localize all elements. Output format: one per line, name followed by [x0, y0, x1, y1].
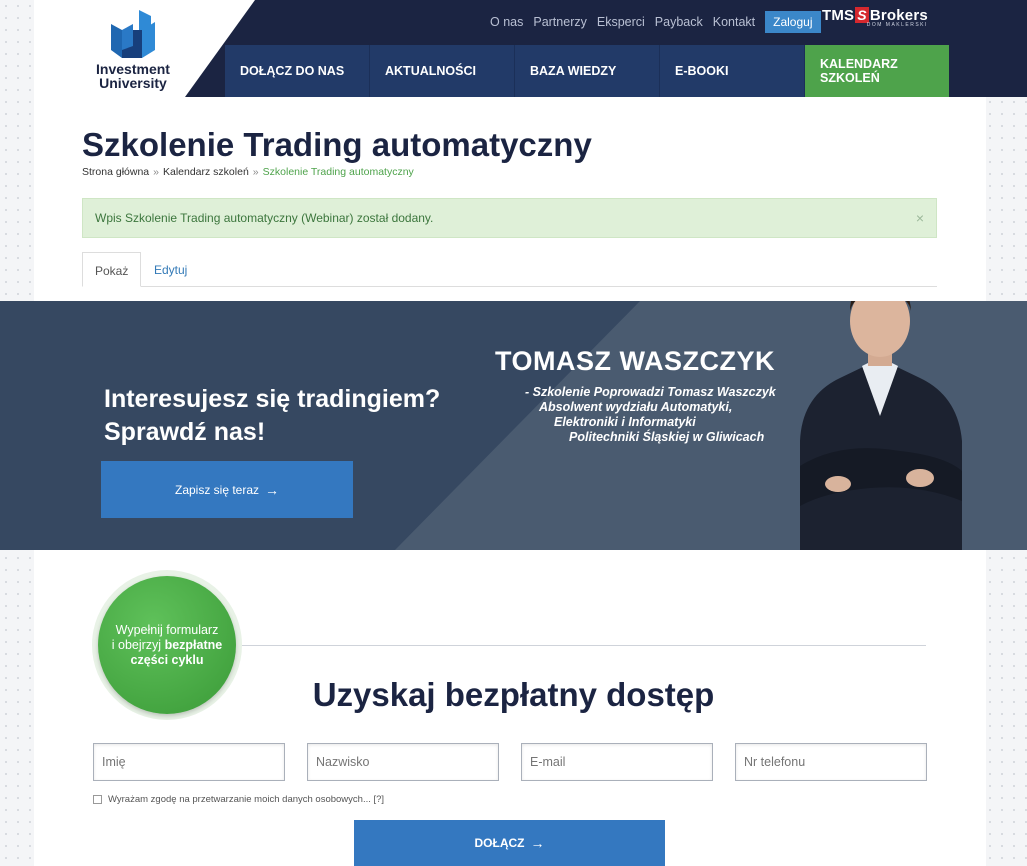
nav-join-us[interactable]: DOŁĄCZ DO NAS: [225, 45, 370, 97]
tab-edit[interactable]: Edytuj: [142, 252, 199, 287]
trainer-bio-line3: Elektroniki i Informatyki: [554, 415, 696, 429]
phone-field[interactable]: [735, 743, 927, 781]
topnav-experts[interactable]: Eksperci: [597, 15, 645, 29]
arrow-right-icon: →: [265, 481, 280, 498]
trainer-photo: [800, 301, 962, 550]
main-navigation: DOŁĄCZ DO NAS AKTUALNOŚCI BAZA WIEDZY E-…: [225, 45, 949, 97]
trainer-name: TOMASZ WASZCZYK: [495, 346, 775, 376]
alert-message: Wpis Szkolenie Trading automatyczny (Web…: [95, 211, 434, 225]
consent-checkbox[interactable]: [93, 795, 102, 804]
last-name-field[interactable]: [307, 743, 499, 781]
close-icon[interactable]: ×: [916, 210, 924, 226]
breadcrumb-calendar[interactable]: Kalendarz szkoleń: [163, 166, 249, 178]
join-button[interactable]: DOŁĄCZ →: [354, 820, 665, 866]
topnav-about[interactable]: O nas: [490, 15, 523, 29]
nav-news[interactable]: AKTUALNOŚCI: [370, 45, 515, 97]
trainer-bio-line2: Absolwent wydziału Automatyki,: [539, 400, 733, 414]
badge-line2b: bezpłatne: [164, 637, 223, 652]
badge-line1: Wypełnij formularz: [115, 622, 219, 637]
breadcrumb-home[interactable]: Strona główna: [82, 166, 149, 178]
page-title: Szkolenie Trading automatyczny: [82, 126, 592, 163]
badge-line2a: i obejrzyj: [111, 637, 165, 652]
breadcrumb-current: Szkolenie Trading automatyczny: [262, 166, 414, 178]
hero-question: Interesujesz się tradingiem? Sprawdź nas…: [104, 383, 440, 449]
signup-now-button[interactable]: Zapisz się teraz →: [101, 461, 353, 518]
signup-now-label: Zapisz się teraz: [174, 482, 260, 497]
brand-logo[interactable]: TMS S Brokers DOM MAKLERSKI: [822, 7, 928, 28]
consent-row: Wyrażam zgodę na przetwarzanie moich dan…: [93, 794, 384, 805]
tab-show[interactable]: Pokaż: [82, 252, 142, 287]
logo-line2: University: [99, 75, 167, 91]
breadcrumb-separator: »: [252, 166, 259, 178]
first-name-field[interactable]: [93, 743, 285, 781]
nav-training-calendar-line2: SZKOLEŃ: [820, 71, 880, 85]
brand-s-mark: S: [855, 7, 869, 23]
topnav-partners[interactable]: Partnerzy: [533, 15, 587, 29]
email-field[interactable]: [521, 743, 713, 781]
consent-label: Wyrażam zgodę na przetwarzanie moich dan…: [108, 794, 385, 805]
top-navigation: O nas Partnerzy Eksperci Payback Kontakt…: [490, 11, 821, 33]
nav-ebooks[interactable]: E-BOOKI: [660, 45, 805, 97]
hero-question-line2: Sprawdź nas!: [104, 418, 266, 446]
nav-knowledge-base[interactable]: BAZA WIEDZY: [515, 45, 660, 97]
logo-line1: Investment: [96, 61, 170, 77]
arrow-right-icon: →: [530, 835, 545, 851]
success-alert: Wpis Szkolenie Trading automatyczny (Web…: [82, 198, 937, 238]
topnav-contact[interactable]: Kontakt: [713, 15, 755, 29]
breadcrumb-separator: »: [153, 166, 159, 178]
nav-training-calendar[interactable]: KALENDARZ SZKOLEŃ: [805, 45, 949, 97]
badge-line3: części cyklu: [130, 652, 204, 667]
hero-question-line1: Interesujesz się tradingiem?: [104, 385, 441, 413]
form-title: Uzyskaj bezpłatny dostęp: [312, 676, 715, 713]
breadcrumb: Strona główna» Kalendarz szkoleń» Szkoleni…: [82, 166, 414, 178]
trainer-bio-line1: - Szkolenie Poprowadzi Tomasz Waszczyk: [525, 385, 776, 399]
nav-training-calendar-line1: KALENDARZ: [820, 57, 898, 71]
university-logo-icon: [111, 10, 155, 58]
topnav-payback[interactable]: Payback: [655, 15, 703, 29]
login-button[interactable]: Zaloguj: [765, 11, 821, 33]
brand-name-a: TMS: [822, 7, 855, 24]
tab-bar: Pokaż Edytuj: [82, 252, 937, 287]
section-divider: [242, 645, 926, 646]
join-button-label: DOŁĄCZ: [474, 836, 525, 850]
logo[interactable]: Investment University: [88, 10, 178, 90]
trainer-bio-line4: Politechniki Śląskiej w Gliwicach: [569, 430, 765, 444]
hero-banner: Interesujesz się tradingiem? Sprawdź nas…: [0, 301, 1027, 550]
